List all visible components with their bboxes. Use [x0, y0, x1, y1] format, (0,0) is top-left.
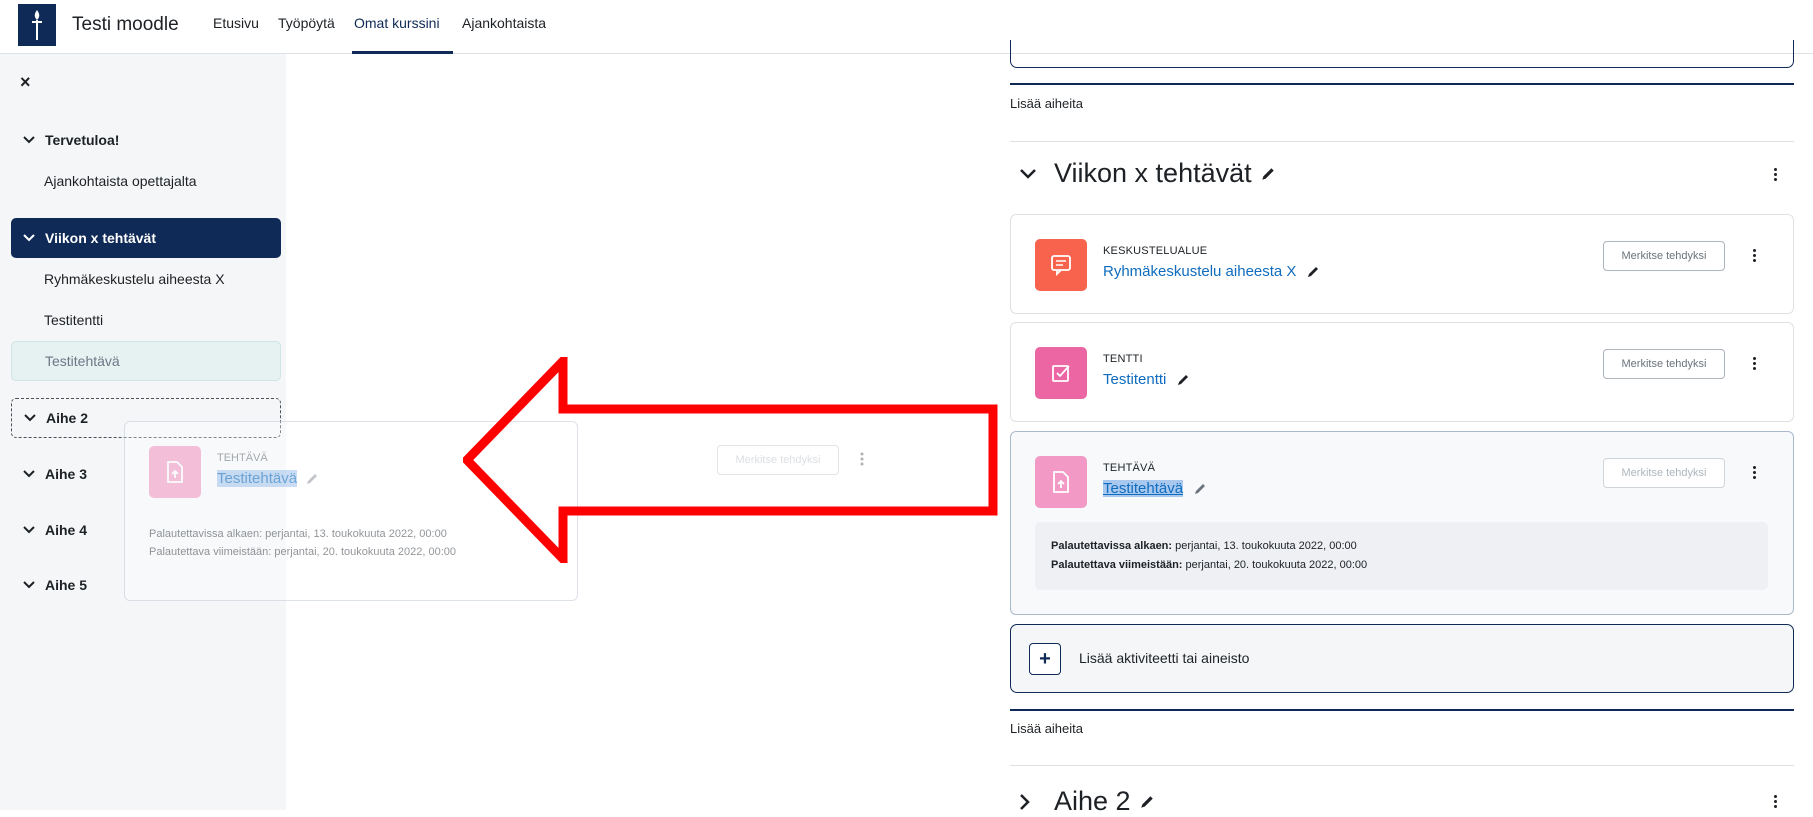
activity-card-assignment: TEHTÄVÄ Testitehtävä Merkitse tehdyksi P… — [1010, 431, 1794, 615]
section-menu-kebab-icon[interactable] — [1772, 168, 1778, 181]
mark-done-button[interactable]: Merkitse tehdyksi — [1603, 241, 1725, 271]
activity-link[interactable]: Testitentti — [1103, 371, 1190, 388]
activity-name: Testitehtävä — [217, 470, 298, 487]
course-index-item-forum[interactable]: Ryhmäkeskustelu aiheesta X — [11, 259, 281, 299]
activity-menu-kebab-icon[interactable] — [1751, 249, 1757, 262]
course-index-item-assignment[interactable]: Testitehtävä — [11, 341, 281, 381]
section-title-text: Aihe 2 — [1054, 786, 1131, 816]
add-activity-label[interactable]: Lisää aktiviteetti tai aineisto — [1079, 650, 1249, 666]
activity-type-label: TEHTÄVÄ — [1103, 462, 1156, 474]
red-arrow-annotation-icon — [463, 357, 998, 563]
pencil-icon — [305, 472, 319, 491]
section-title-week[interactable]: Viikon x tehtävät — [1020, 158, 1276, 189]
divider — [1010, 709, 1794, 711]
chevron-down-icon[interactable] — [21, 234, 37, 242]
ghost-open-date: Palautettavissa alkaen: perjantai, 13. t… — [149, 528, 447, 540]
ghost-due-date: Palautettava viimeistään: perjantai, 20.… — [149, 546, 456, 558]
due-date-row: Palautettava viimeistään: perjantai, 20.… — [1051, 556, 1752, 575]
course-index-item-news[interactable]: Ajankohtaista opettajalta — [11, 161, 281, 201]
assignment-icon — [1035, 456, 1087, 508]
activity-name[interactable]: Ryhmäkeskustelu aiheesta X — [1103, 263, 1296, 280]
activity-link[interactable]: Ryhmäkeskustelu aiheesta X — [1103, 263, 1320, 280]
open-date-label: Palautettavissa alkaen: — [1051, 540, 1173, 552]
chevron-down-icon[interactable] — [21, 136, 37, 144]
open-date-value: perjantai, 13. toukokuuta 2022, 00:00 — [1172, 540, 1357, 552]
divider — [1010, 765, 1794, 766]
activity-menu-kebab-icon[interactable] — [1751, 357, 1757, 370]
torch-logo-icon — [32, 10, 42, 40]
nav-link-dashboard[interactable]: Työpöytä — [278, 15, 335, 31]
course-index-section-welcome[interactable]: Tervetuloa! — [11, 120, 281, 160]
site-logo[interactable] — [18, 4, 56, 46]
plus-icon[interactable]: + — [1029, 643, 1061, 675]
add-topics-link[interactable]: Lisää aiheita — [1010, 721, 1083, 736]
activity-type-label: TEHTÄVÄ — [217, 452, 268, 464]
previous-section-card-edge — [1010, 40, 1794, 68]
site-name[interactable]: Testi moodle — [72, 14, 179, 36]
activity-card-forum: KESKUSTELUALUE Ryhmäkeskustelu aiheesta … — [1010, 214, 1794, 314]
close-drawer-button[interactable]: × — [20, 72, 31, 93]
open-date-row: Palautettavissa alkaen: perjantai, 13. t… — [1051, 537, 1752, 556]
activity-menu-kebab-icon[interactable] — [1751, 466, 1757, 479]
activity-dates: Palautettavissa alkaen: perjantai, 13. t… — [1035, 522, 1768, 590]
nav-link-my-courses[interactable]: Omat kurssini — [354, 15, 440, 31]
assignment-icon — [149, 446, 201, 498]
activity-type-label: KESKUSTELUALUE — [1103, 245, 1208, 257]
pencil-icon[interactable] — [1306, 265, 1320, 279]
course-index-section-week[interactable]: Viikon x tehtävät — [11, 218, 281, 258]
forum-icon — [1035, 239, 1087, 291]
chevron-down-icon[interactable] — [21, 581, 37, 589]
divider — [1010, 83, 1794, 85]
chevron-down-icon[interactable] — [22, 414, 38, 422]
section-title-text: Viikon x tehtävät — [1054, 158, 1252, 188]
section-label: Tervetuloa! — [45, 132, 120, 148]
activity-name[interactable]: Testitehtävä — [1103, 480, 1184, 497]
section-label: Aihe 4 — [45, 522, 88, 538]
activity-link[interactable]: Testitehtävä — [1103, 480, 1207, 497]
section-label: Aihe 3 — [45, 466, 88, 482]
due-date-value: perjantai, 20. toukokuuta 2022, 00:00 — [1182, 559, 1368, 571]
pencil-icon[interactable] — [1193, 482, 1207, 496]
due-date-label: Palautettava viimeistään: — [1051, 559, 1183, 571]
section-label: Aihe 2 — [46, 410, 89, 426]
section-title-topic-2[interactable]: Aihe 2 — [1020, 786, 1155, 817]
pencil-icon[interactable] — [1139, 794, 1155, 810]
chevron-down-icon[interactable] — [21, 526, 37, 534]
activity-card-quiz: TENTTI Testitentti Merkitse tehdyksi — [1010, 322, 1794, 422]
chevron-down-icon[interactable] — [1020, 168, 1042, 179]
nav-link-home[interactable]: Etusivu — [213, 15, 259, 31]
add-topics-link[interactable]: Lisää aiheita — [1010, 96, 1083, 111]
add-activity-button[interactable]: + Lisää aktiviteetti tai aineisto — [1010, 624, 1794, 693]
chevron-down-icon[interactable] — [21, 470, 37, 478]
mark-done-button[interactable]: Merkitse tehdyksi — [1603, 458, 1725, 488]
course-index-item-quiz[interactable]: Testitentti — [11, 300, 281, 340]
section-label: Aihe 5 — [45, 577, 88, 593]
active-nav-indicator — [352, 51, 453, 54]
quiz-icon — [1035, 347, 1087, 399]
mark-done-button[interactable]: Merkitse tehdyksi — [1603, 349, 1725, 379]
divider — [1010, 141, 1794, 142]
pencil-icon[interactable] — [1176, 373, 1190, 387]
nav-link-news[interactable]: Ajankohtaista — [462, 15, 546, 31]
activity-name[interactable]: Testitentti — [1103, 371, 1166, 388]
chevron-right-icon[interactable] — [1020, 793, 1042, 810]
section-label: Viikon x tehtävät — [45, 230, 157, 246]
section-menu-kebab-icon[interactable] — [1772, 795, 1778, 808]
activity-type-label: TENTTI — [1103, 353, 1143, 365]
pencil-icon[interactable] — [1260, 166, 1276, 182]
